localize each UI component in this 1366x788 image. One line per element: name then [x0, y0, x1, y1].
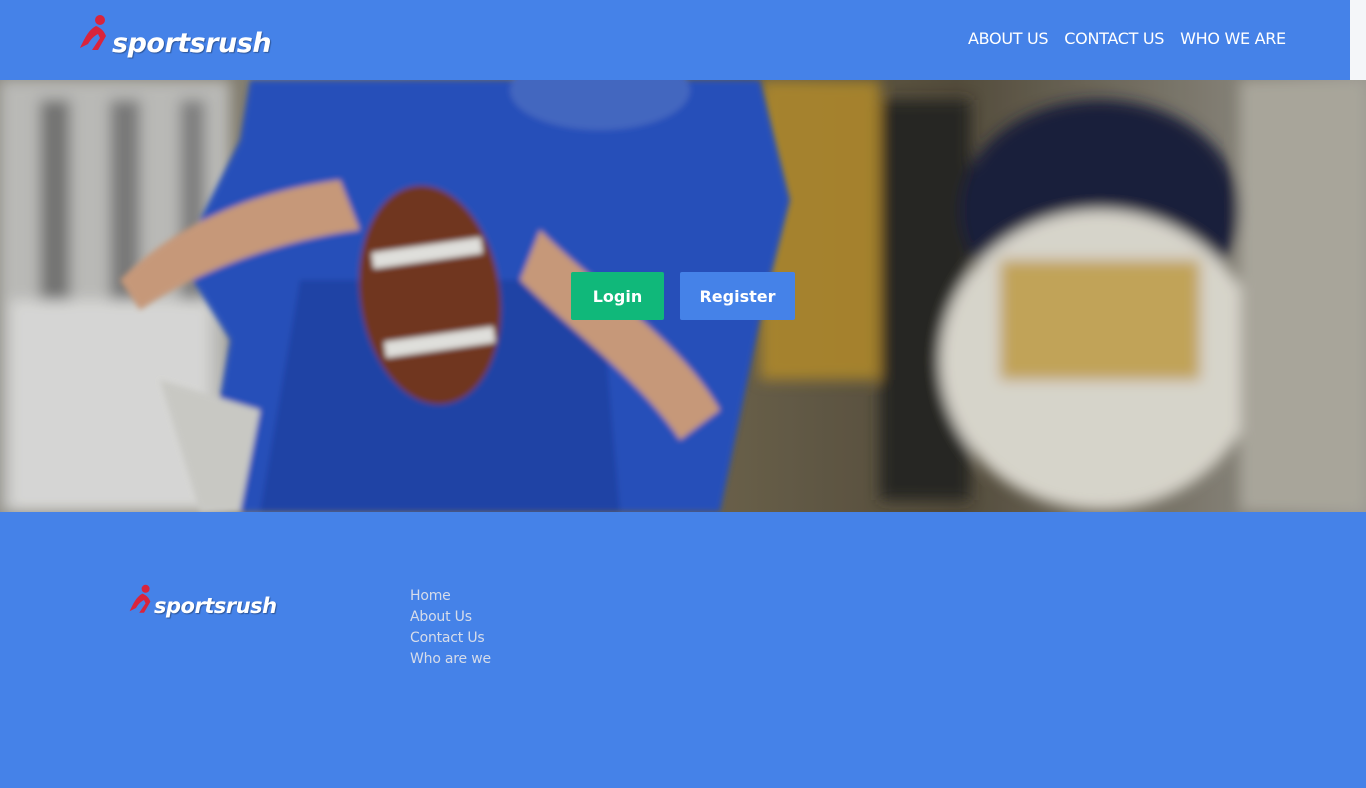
nav-about-us[interactable]: ABOUT US — [968, 28, 1049, 50]
footer-link-who-are-we[interactable]: Who are we — [410, 651, 491, 667]
main-nav: ABOUT US CONTACT US WHO WE ARE — [968, 28, 1286, 50]
footer-brand-logo-text: sportsrush — [154, 594, 277, 618]
footer-link-about-us[interactable]: About Us — [410, 609, 472, 625]
list-item: Contact Us — [410, 628, 491, 649]
nav-contact-us[interactable]: CONTACT US — [1064, 28, 1164, 50]
register-button[interactable]: Register — [680, 272, 795, 320]
list-item: About Us — [410, 607, 491, 628]
scrollbar-track — [1350, 0, 1366, 80]
nav-who-we-are[interactable]: WHO WE ARE — [1180, 28, 1286, 50]
list-item: Home — [410, 586, 491, 607]
site-footer: sportsrush Home About Us Contact Us Who … — [0, 512, 1366, 788]
hero-banner: Login Register — [0, 80, 1366, 512]
footer-brand-logo[interactable]: sportsrush — [128, 584, 278, 624]
login-button[interactable]: Login — [571, 272, 664, 320]
footer-link-home[interactable]: Home — [410, 588, 451, 604]
footer-links: Home About Us Contact Us Who are we — [410, 586, 491, 670]
list-item: Who are we — [410, 649, 491, 670]
brand-logo-text: sportsrush — [112, 28, 272, 59]
site-header: sportsrush ABOUT US CONTACT US WHO WE AR… — [0, 0, 1350, 80]
brand-logo[interactable]: sportsrush — [78, 14, 272, 64]
footer-link-contact-us[interactable]: Contact Us — [410, 630, 485, 646]
